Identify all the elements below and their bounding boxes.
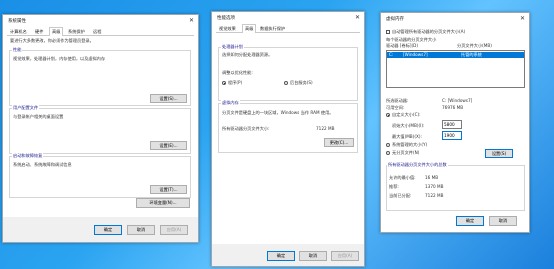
no-paging-label: 无分页文件(N) (392, 150, 420, 155)
drive-name: C: (389, 52, 394, 57)
processor-scheduling-desc: 选择如何分配处理器资源。 (222, 52, 273, 57)
tab-strip: 计算机名 硬件 高级 系统保护 远程 (7, 27, 194, 36)
free-space-label: 可用空间: (386, 105, 405, 110)
apply-button[interactable]: 应用(A) (160, 225, 188, 235)
set-button[interactable]: 设置(S) (485, 149, 513, 158)
auto-manage-label: 自动管理所有驱动器的分页文件大小(A) (392, 29, 466, 34)
performance-desc: 视觉效果，处理器计划，内存使用，以及虚拟内存 (13, 56, 106, 61)
title-bar: 性能选项 ✕ (212, 12, 364, 23)
programs-label: 程序(P) (228, 80, 243, 85)
cancel-button[interactable]: 取消 (299, 251, 327, 261)
ok-button[interactable]: 确定 (456, 216, 484, 226)
adjust-label: 调整以优化性能: (222, 70, 253, 75)
background-services-label: 后台服务(S) (290, 80, 313, 85)
title-bar: 系统属性 ✕ (3, 15, 198, 26)
window-title: 性能选项 (217, 16, 235, 21)
title-bar: 虚拟内存 ✕ (381, 13, 529, 24)
currently-allocated-value: 7122 MB (425, 193, 444, 198)
user-profiles-group: 用户配置文件 与登录帐户相关的桌面设置 设置(E)... (9, 105, 191, 154)
change-button[interactable]: 更改(C)... (324, 138, 354, 147)
virtual-memory-window: 虚拟内存 ✕ 自动管理所有驱动器的分页文件大小(A) 每个驱动器的分页文件大小 … (380, 12, 530, 233)
startup-recovery-group: 启动和故障恢复 系统启动、系统故障和调试信息 设置(T)... (9, 153, 191, 198)
tab-visual-effects[interactable]: 视觉效果 (217, 25, 238, 32)
tab-strip: 视觉效果 高级 数据执行保护 (216, 24, 360, 33)
tab-hardware[interactable]: 硬件 (33, 28, 45, 35)
dialog-footer: 确定 取消 应用(A) (3, 217, 198, 242)
user-profiles-settings-button[interactable]: 设置(E)... (150, 141, 187, 150)
startup-recovery-desc: 系统启动、系统故障和调试信息 (13, 162, 72, 167)
close-icon[interactable]: ✕ (355, 14, 360, 21)
free-space-value: 76976 MB (442, 105, 464, 110)
programs-radio[interactable] (222, 81, 226, 85)
performance-options-window: 性能选项 ✕ 视觉效果 高级 数据执行保护 处理器计划 选择如何分配处理器资源。… (211, 11, 365, 267)
custom-size-label: 自定义大小(C): (392, 112, 421, 117)
window-title: 系统属性 (8, 19, 26, 24)
startup-recovery-settings-button[interactable]: 设置(T)... (150, 185, 187, 194)
max-size-input[interactable]: 1900 (442, 131, 462, 140)
tab-remote[interactable]: 远程 (91, 28, 103, 35)
initial-size-input[interactable]: 5800 (442, 120, 462, 129)
tab-system-protection[interactable]: 系统保护 (66, 28, 87, 35)
system-managed-radio[interactable] (386, 143, 390, 147)
recommended-label: 推荐: (389, 184, 399, 189)
max-size-label: 最大值(MB)(X): (392, 134, 422, 139)
paging-total-label: 所有驱动器分页文件大小: (222, 126, 270, 131)
recommended-value: 1370 MB (425, 184, 444, 189)
admin-note: 要进行大多数更改，你必须作为管理员登录。 (10, 38, 94, 43)
dialog-footer: 确定 取消 应用(A) (212, 244, 364, 266)
no-paging-radio[interactable] (386, 151, 390, 155)
performance-title: 性能 (12, 47, 23, 53)
window-title: 虚拟内存 (386, 17, 404, 22)
close-icon[interactable]: ✕ (520, 15, 525, 22)
drive-row-c[interactable]: C: [Windows7] 托管的系统 (387, 52, 524, 58)
custom-size-radio[interactable] (386, 113, 390, 117)
auto-manage-checkbox[interactable] (386, 30, 390, 34)
column-size-header: 分页文件大小(MB) (457, 43, 492, 48)
close-icon[interactable]: ✕ (189, 17, 194, 24)
selected-drive-label: 所选驱动器: (386, 98, 409, 103)
paging-total-value: 7122 MB (316, 126, 335, 131)
cancel-button[interactable]: 取消 (127, 225, 155, 235)
processor-scheduling-group: 处理器计划 选择如何分配处理器资源。 调整以优化性能: 程序(P) 后台服务(S… (218, 44, 358, 101)
apply-button[interactable]: 应用(A) (331, 251, 359, 261)
background-services-radio[interactable] (284, 81, 288, 85)
virtual-memory-desc: 分页文件是硬盘上的一块区域，Windows 当作 RAM 使用。 (222, 110, 334, 115)
ok-button[interactable]: 确定 (267, 251, 295, 261)
column-drive-header: 驱动器 [卷标](D) (386, 43, 419, 48)
min-allowed-label: 允许的最小值: (389, 175, 416, 180)
cancel-button[interactable]: 取消 (489, 216, 517, 226)
system-properties-window: 系统属性 ✕ 计算机名 硬件 高级 系统保护 远程 要进行大多数更改，你必须作为… (2, 14, 199, 243)
tab-computer-name[interactable]: 计算机名 (8, 28, 29, 35)
total-paging-title: 所有驱动器分页文件大小的总数 (387, 162, 448, 168)
currently-allocated-label: 当前已分配: (389, 193, 412, 198)
selected-drive-value: C: [Windows7] (442, 98, 473, 103)
total-paging-group: 所有驱动器分页文件大小的总数 允许的最小值: 16 MB 推荐: 1370 MB… (386, 162, 525, 211)
processor-scheduling-title: 处理器计划 (221, 44, 244, 50)
user-profiles-title: 用户配置文件 (12, 105, 40, 111)
startup-recovery-title: 启动和故障恢复 (12, 153, 44, 159)
drive-paging-size: 托管的系统 (461, 52, 482, 57)
performance-settings-button[interactable]: 设置(S)... (150, 94, 187, 103)
performance-group: 性能 视觉效果，处理器计划，内存使用，以及虚拟内存 设置(S)... (9, 47, 191, 106)
drive-volume-label: [Windows7] (403, 52, 428, 57)
ok-button[interactable]: 确定 (94, 225, 122, 235)
drive-list[interactable]: C: [Windows7] 托管的系统 (386, 50, 525, 88)
virtual-memory-group: 虚拟内存 分页文件是硬盘上的一块区域，Windows 当作 RAM 使用。 所有… (218, 100, 358, 153)
initial-size-label: 初始大小(MB)(I): (392, 123, 425, 128)
tab-advanced[interactable]: 高级 (242, 24, 257, 33)
tab-dep[interactable]: 数据执行保护 (258, 25, 287, 32)
user-profiles-desc: 与登录帐户相关的桌面设置 (13, 114, 64, 119)
environment-variables-button[interactable]: 环境变量(N)... (136, 198, 190, 208)
min-allowed-value: 16 MB (425, 175, 439, 180)
virtual-memory-title: 虚拟内存 (221, 100, 240, 106)
system-managed-label: 系统管理的大小(Y) (392, 142, 428, 147)
tab-advanced[interactable]: 高级 (49, 27, 64, 36)
